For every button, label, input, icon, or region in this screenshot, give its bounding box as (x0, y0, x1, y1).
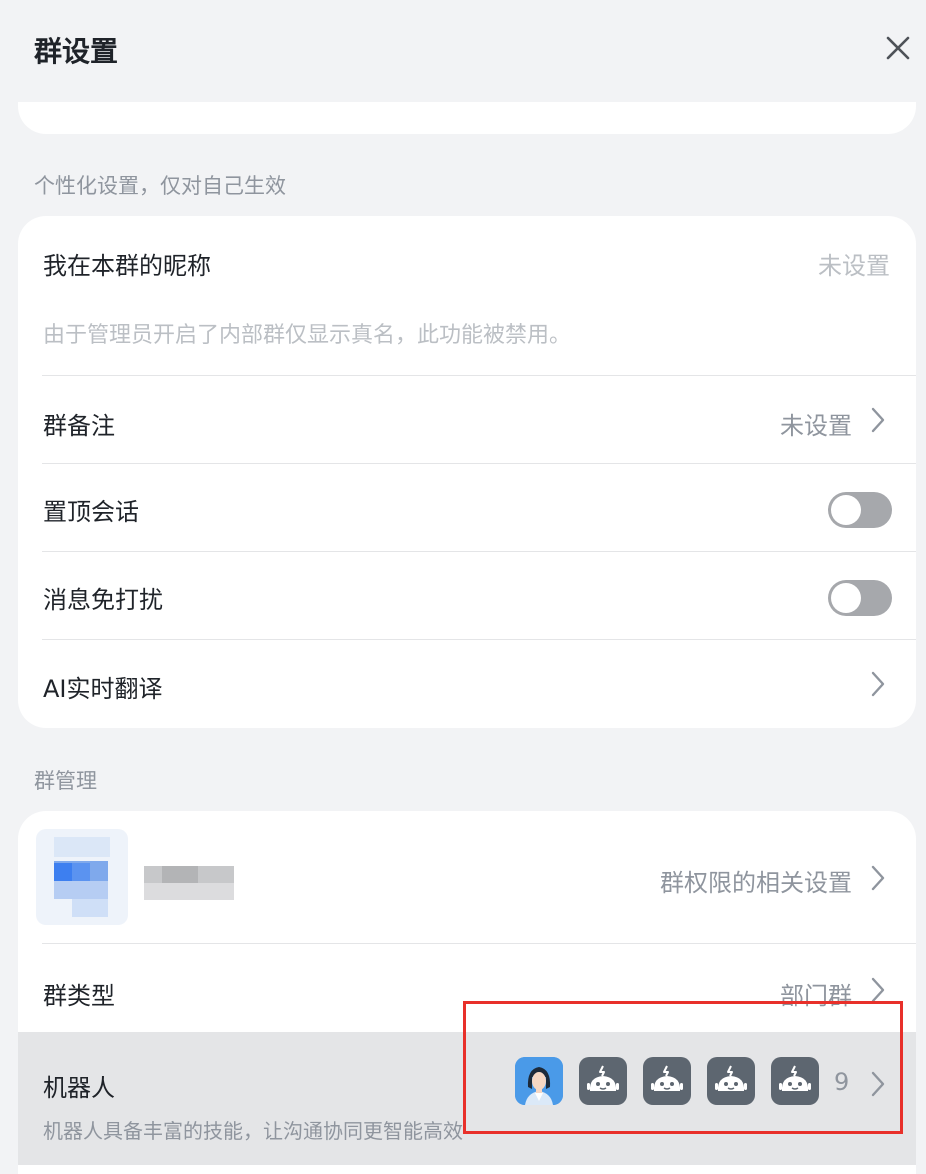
pin-chat-toggle[interactable] (828, 492, 892, 528)
robot-icon[interactable] (643, 1057, 691, 1105)
toggle-knob (831, 583, 861, 613)
robot-icon-graphic (715, 1065, 747, 1091)
header-bar: 群设置 (0, 0, 926, 100)
group-permission-row[interactable]: 群权限的相关设置 (18, 811, 916, 943)
personal-settings-card: 我在本群的昵称 未设置 由于管理员开启了内部群仅显示真名，此功能被禁用。 群备注… (18, 216, 916, 728)
personal-section-label: 个性化设置，仅对自己生效 (34, 174, 286, 198)
pin-chat-row: 置顶会话 (18, 464, 916, 551)
group-permission-value: 群权限的相关设置 (660, 869, 852, 897)
page-title: 群设置 (34, 35, 119, 68)
owner-avatar (36, 829, 128, 925)
nickname-row: 我在本群的昵称 未设置 由于管理员开启了内部群仅显示真名，此功能被禁用。 (18, 216, 916, 375)
group-remark-value: 未设置 (780, 412, 852, 440)
robot-icon[interactable] (579, 1057, 627, 1105)
manage-section-label: 群管理 (34, 769, 97, 793)
mute-row: 消息免打扰 (18, 552, 916, 639)
close-icon (886, 36, 910, 60)
bots-description: 机器人具备丰富的技能，让沟通协同更智能高效 (43, 1119, 463, 1143)
nickname-disabled-hint: 由于管理员开启了内部群仅显示真名，此功能被禁用。 (43, 323, 572, 348)
group-type-label: 群类型 (43, 982, 115, 1010)
chevron-right-icon (871, 865, 885, 891)
pin-chat-label: 置顶会话 (43, 498, 139, 526)
bots-count: 9 (834, 1068, 850, 1096)
woman-avatar-graphic (515, 1057, 563, 1105)
nickname-label: 我在本群的昵称 (43, 252, 211, 280)
group-remark-row[interactable]: 群备注 未设置 (18, 376, 916, 463)
toggle-knob (831, 495, 861, 525)
robot-icon-graphic (779, 1065, 811, 1091)
robot-icon[interactable] (707, 1057, 755, 1105)
group-type-row[interactable]: 群类型 部门群 (18, 944, 916, 1032)
close-button[interactable] (880, 30, 916, 66)
ai-translate-row[interactable]: AI实时翻译 (18, 640, 916, 728)
owner-name (144, 866, 234, 900)
group-type-value: 部门群 (780, 982, 852, 1010)
robot-icon-graphic (587, 1065, 619, 1091)
nickname-value: 未设置 (818, 252, 890, 280)
chevron-right-icon (871, 407, 885, 433)
chevron-right-icon (871, 1071, 885, 1097)
mute-toggle[interactable] (828, 580, 892, 616)
previous-settings-card (18, 102, 916, 134)
bots-label: 机器人 (43, 1074, 115, 1102)
group-remark-label: 群备注 (43, 412, 115, 440)
mute-label: 消息免打扰 (43, 586, 163, 614)
chevron-right-icon (871, 671, 885, 697)
woman-avatar-icon[interactable] (515, 1057, 563, 1105)
group-manage-card: 群权限的相关设置 群类型 部门群 机器人 机器人具备丰富的技能，让沟通协同更智能… (18, 811, 916, 1174)
chevron-right-icon (871, 977, 885, 1003)
robot-icon[interactable] (771, 1057, 819, 1105)
ai-translate-label: AI实时翻译 (43, 675, 163, 703)
robot-icon-graphic (651, 1065, 683, 1091)
